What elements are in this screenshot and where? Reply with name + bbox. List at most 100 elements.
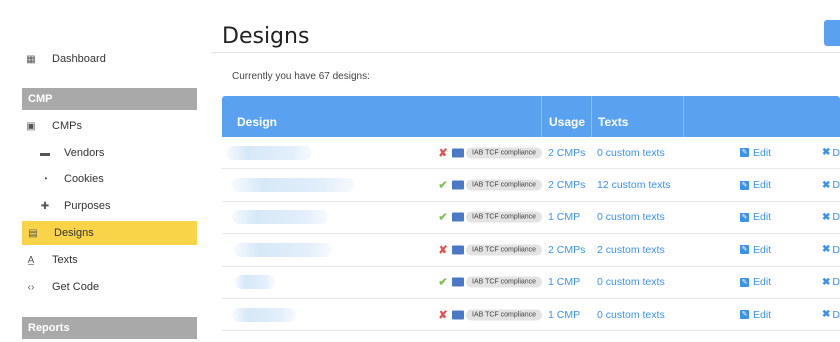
column-header-texts[interactable]: Texts: [598, 96, 628, 137]
table-row: ✘ IAB TCF compliance 1 CMP 0 custom texts ✎ E…: [222, 299, 840, 332]
pencil-icon: ✎: [740, 277, 749, 287]
sidebar-item-purposes[interactable]: ✚ Purposes: [0, 194, 197, 218]
delete-label: D: [832, 179, 840, 192]
edit-button[interactable]: ✎ Edit: [740, 244, 771, 256]
compliance-label: IAB TCF compliance: [466, 244, 543, 256]
usage-link[interactable]: 1 CMP: [548, 276, 580, 288]
pencil-icon: ✎: [740, 245, 749, 255]
compliance-label: IAB TCF compliance: [466, 309, 543, 321]
column-divider: [541, 96, 542, 137]
sidebar-item-cookies[interactable]: ◔ Cookies: [0, 167, 197, 191]
cookie-icon: ◔: [41, 173, 49, 185]
title-divider: [212, 52, 840, 53]
table-row: ✘ IAB TCF compliance 2 CMPs 2 custom texts ✎…: [222, 234, 840, 267]
design-name-redacted[interactable]: [232, 178, 354, 193]
sidebar-item-label: CMPs: [52, 120, 82, 132]
custom-texts-link[interactable]: 0 custom texts: [597, 147, 665, 159]
edit-button[interactable]: ✎ Edit: [740, 276, 771, 288]
delete-button[interactable]: ✖ D: [822, 309, 840, 321]
pencil-icon: ✎: [740, 310, 749, 320]
sidebar-item-texts[interactable]: A̲ Texts: [0, 248, 197, 272]
check-icon: ✔: [438, 276, 448, 289]
usage-link[interactable]: 2 CMPs: [548, 147, 585, 159]
close-icon: ✖: [822, 244, 831, 256]
iab-compliance-badge: ✔ IAB TCF compliance: [436, 179, 543, 192]
check-icon: ✔: [438, 211, 448, 224]
custom-texts-link[interactable]: 12 custom texts: [597, 179, 671, 191]
section-header-cmp: CMP: [22, 88, 197, 110]
sidebar-item-label: Dashboard: [52, 53, 106, 65]
delete-label: D: [832, 308, 840, 321]
usage-link[interactable]: 1 CMP: [548, 211, 580, 223]
custom-texts-link[interactable]: 0 custom texts: [597, 309, 665, 321]
design-name-redacted[interactable]: [226, 145, 312, 160]
iab-compliance-badge: ✘ IAB TCF compliance: [436, 243, 543, 257]
sidebar-item-dashboard[interactable]: ▦ Dashboard: [0, 47, 197, 71]
delete-button[interactable]: ✖ D: [822, 147, 840, 159]
custom-texts-link[interactable]: 0 custom texts: [597, 276, 665, 288]
delete-button[interactable]: ✖ D: [822, 244, 840, 256]
usage-link[interactable]: 2 CMPs: [548, 179, 585, 191]
delete-button[interactable]: ✖ D: [822, 179, 840, 191]
edit-label: Edit: [753, 308, 772, 321]
custom-texts-link[interactable]: 2 custom texts: [597, 244, 665, 256]
iab-logo-icon: [452, 277, 464, 287]
table-row: ✘ IAB TCF compliance 2 CMPs 0 custom texts ✎…: [222, 137, 840, 170]
delete-label: D: [832, 243, 840, 256]
pencil-icon: ✎: [740, 212, 749, 222]
column-header-design[interactable]: Design: [237, 96, 277, 137]
edit-label: Edit: [753, 211, 772, 224]
check-icon: ✔: [438, 179, 448, 192]
design-name-redacted[interactable]: [232, 307, 296, 322]
compliance-label: IAB TCF compliance: [466, 179, 543, 191]
usage-link[interactable]: 2 CMPs: [548, 244, 585, 256]
edit-button[interactable]: ✎ Edit: [740, 211, 771, 223]
edit-button[interactable]: ✎ Edit: [740, 179, 771, 191]
cross-icon: ✘: [438, 147, 448, 160]
close-icon: ✖: [822, 276, 831, 288]
delete-label: D: [832, 276, 840, 289]
column-divider: [591, 96, 592, 137]
compliance-label: IAB TCF compliance: [466, 276, 543, 288]
sidebar-item-designs[interactable]: ▤ Designs: [22, 221, 197, 245]
usage-link[interactable]: 1 CMP: [548, 309, 580, 321]
iab-logo-icon: [452, 148, 464, 158]
sidebar-item-cmps[interactable]: ▣ CMPs: [0, 114, 197, 138]
design-name-redacted[interactable]: [235, 275, 275, 290]
cross-icon: ✘: [438, 309, 448, 322]
sidebar: ▦ Dashboard CMP ▣ CMPs ▬ Vendors ◔ Cooki…: [0, 0, 210, 342]
cross-icon: ✘: [438, 244, 448, 257]
sidebar-item-get-code[interactable]: ‹› Get Code: [0, 275, 197, 299]
sidebar-item-label: Purposes: [64, 200, 111, 212]
close-icon: ✖: [822, 211, 831, 223]
column-header-usage[interactable]: Usage: [549, 96, 585, 137]
edit-button[interactable]: ✎ Edit: [740, 309, 771, 321]
pencil-icon: ✎: [740, 180, 749, 190]
close-icon: ✖: [822, 147, 831, 159]
edit-button[interactable]: ✎ Edit: [740, 147, 771, 159]
edit-label: Edit: [753, 179, 772, 192]
sidebar-item-vendors[interactable]: ▬ Vendors: [0, 141, 197, 165]
design-icon: ▤: [28, 227, 38, 239]
edit-label: Edit: [753, 146, 772, 159]
text-icon: A̲: [27, 254, 35, 266]
dashboard-grid-icon: ▦: [26, 53, 36, 65]
table-body: ✘ IAB TCF compliance 2 CMPs 0 custom texts ✎…: [222, 137, 840, 332]
puzzle-icon: ✚: [40, 200, 50, 212]
code-icon: ‹›: [27, 281, 35, 293]
design-name-redacted[interactable]: [232, 210, 328, 225]
delete-button[interactable]: ✖ D: [822, 211, 840, 223]
compliance-label: IAB TCF compliance: [466, 147, 543, 159]
delete-label: D: [832, 211, 840, 224]
compliance-label: IAB TCF compliance: [466, 211, 543, 223]
sidebar-item-label: Get Code: [52, 281, 100, 293]
sidebar-item-label: Designs: [54, 227, 94, 239]
design-name-redacted[interactable]: [234, 242, 332, 257]
sidebar-item-label: Cookies: [64, 173, 104, 185]
iab-compliance-badge: ✔ IAB TCF compliance: [436, 211, 543, 224]
delete-button[interactable]: ✖ D: [822, 276, 840, 288]
edit-label: Edit: [753, 243, 772, 256]
add-design-button[interactable]: [824, 20, 840, 46]
table-header: Design Usage Texts: [222, 96, 840, 137]
custom-texts-link[interactable]: 0 custom texts: [597, 211, 665, 223]
